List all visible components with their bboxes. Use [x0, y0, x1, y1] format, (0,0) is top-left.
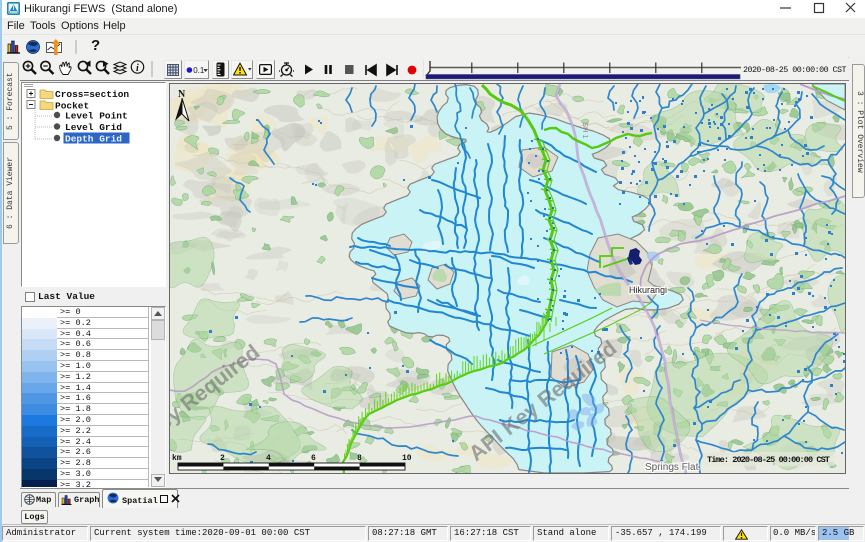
svg-text:Time: 2020-08-25 00:00:00 CST: Time: 2020-08-25 00:00:00 CST [707, 455, 830, 465]
svg-text:4: 4 [266, 454, 271, 463]
svg-text:Level Grid: Level Grid [65, 122, 122, 133]
svg-text:Hikurangi: Hikurangi [629, 285, 667, 295]
svg-text:6: 6 [311, 454, 316, 463]
svg-text:Springs Flat: Springs Flat [645, 462, 699, 473]
svg-text:Depth Grid: Depth Grid [65, 134, 122, 145]
svg-text:8: 8 [357, 454, 362, 463]
svg-text:SH 1: SH 1 [581, 122, 590, 139]
svg-text:10: 10 [402, 454, 412, 463]
svg-text:Level Point: Level Point [65, 111, 128, 122]
svg-text:0.1: 0.1 [193, 66, 205, 75]
svg-text:2: 2 [220, 454, 225, 463]
svg-text:km: km [172, 454, 182, 463]
svg-text:Cross=section: Cross=section [55, 89, 129, 100]
svg-text:i: i [136, 63, 139, 74]
